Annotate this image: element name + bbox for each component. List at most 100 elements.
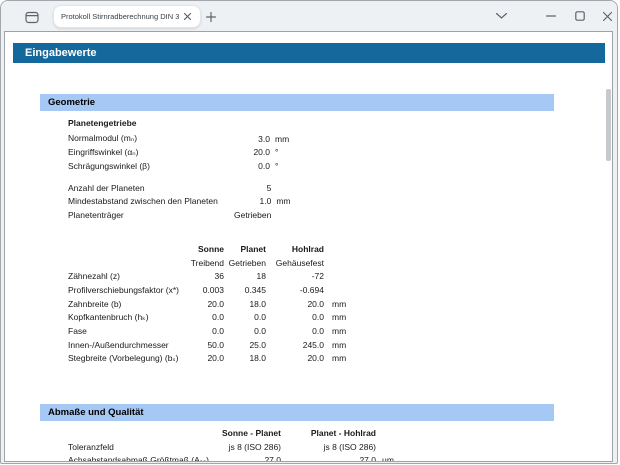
cell-unit: µm: [376, 453, 394, 462]
param-value: Getrieben: [234, 208, 271, 222]
table-row: Stegbreite (Vorbelegung) (bₛ) 20.0 18.0 …: [68, 352, 346, 366]
section-header-abmasse: Abmaße und Qualität: [40, 404, 554, 421]
cell-unit: [324, 269, 346, 283]
tab-strip: Protokoll Stirnradberechnung DIN 3: [1, 1, 617, 31]
cell-unit: [376, 440, 394, 454]
cell-hohlrad: 20.0: [266, 297, 324, 311]
column-subheader: Getrieben: [224, 256, 266, 270]
window-menu-button[interactable]: [490, 6, 512, 26]
row-label: Kopfkantenbruch (hₖ): [68, 310, 186, 324]
table-row: Mindestabstand zwischen den Planeten 1.0…: [68, 194, 291, 208]
cell-hohlrad: -72: [266, 269, 324, 283]
cell-planet-hohlrad: js 8 (ISO 286): [281, 440, 376, 454]
table-subheader-row: Treibend Getrieben Gehäusefest: [68, 256, 346, 270]
minimize-icon: [546, 15, 556, 17]
cell-hohlrad: 20.0: [266, 352, 324, 366]
browser-window: Protokoll Stirnradberechnung DIN 3: [0, 0, 618, 464]
document-viewport: Eingabewerte Geometrie Planetengetriebe …: [4, 31, 613, 462]
param-value: 1.0: [234, 194, 271, 208]
param-unit: mm: [270, 132, 289, 146]
minimize-button[interactable]: [536, 1, 565, 31]
table-row: Fase 0.0 0.0 0.0 mm: [68, 324, 346, 338]
cell-sonne: 50.0: [186, 338, 224, 352]
table-row: Profilverschiebungsfaktor (x*) 0.003 0.3…: [68, 283, 346, 297]
new-tab-button[interactable]: [202, 8, 220, 26]
param-label: Schrägungswinkel (β): [68, 159, 234, 173]
param-label: Mindestabstand zwischen den Planeten: [68, 194, 234, 208]
param-label: Eingriffswinkel (αₙ): [68, 145, 234, 159]
maximize-icon: [575, 11, 585, 21]
param-value: 0.0: [234, 159, 270, 173]
table-row: Innen-/Außendurchmesser 50.0 25.0 245.0 …: [68, 338, 346, 352]
page-title: Eingabewerte: [13, 43, 605, 63]
column-subheader: Gehäusefest: [266, 256, 324, 270]
param-label: Normalmodul (mₙ): [68, 132, 234, 146]
section-header-geometrie: Geometrie: [40, 94, 554, 111]
param-label: Planetenträger: [68, 208, 234, 222]
param-unit: [271, 181, 290, 195]
column-header: Sonne: [186, 242, 224, 256]
cell-planet: 25.0: [224, 338, 266, 352]
column-header: Planet - Hohlrad: [281, 426, 376, 440]
table-row: Normalmodul (mₙ) 3.0 mm: [68, 132, 289, 146]
planet-params-table: Anzahl der Planeten 5 Mindestabstand zwi…: [68, 181, 291, 222]
browser-tab[interactable]: Protokoll Stirnradberechnung DIN 3: [53, 5, 201, 28]
tab-close-icon[interactable]: [181, 11, 193, 23]
tab-title: Protokoll Stirnradberechnung DIN 3: [61, 12, 179, 21]
vertical-scrollbar-thumb[interactable]: [606, 89, 611, 161]
cell-unit: mm: [324, 297, 346, 311]
tab-actions-icon: [25, 11, 39, 24]
table-row: Schrägungswinkel (β) 0.0 °: [68, 159, 289, 173]
row-label: Zähnezahl (z): [68, 269, 186, 283]
row-label: Stegbreite (Vorbelegung) (bₛ): [68, 352, 186, 366]
cell-hohlrad: -0.694: [266, 283, 324, 297]
basic-params-table: Normalmodul (mₙ) 3.0 mm Eingriffswinkel …: [68, 132, 289, 173]
row-label: Achsabstandsabmaß Größtmaß (Aₐₑ): [68, 453, 218, 462]
cell-planet: 18.0: [224, 352, 266, 366]
tab-actions-button[interactable]: [22, 8, 42, 26]
cell-planet: 18: [224, 269, 266, 283]
param-label: Anzahl der Planeten: [68, 181, 234, 195]
table-header-row: Sonne - Planet Planet - Hohlrad: [68, 426, 394, 440]
maximize-button[interactable]: [565, 1, 594, 31]
row-label: Profilverschiebungsfaktor (x*): [68, 283, 186, 297]
row-label: Innen-/Außendurchmesser: [68, 338, 186, 352]
cell-unit: [324, 283, 346, 297]
param-value: 20.0: [234, 145, 270, 159]
cell-sonne: 0.0: [186, 310, 224, 324]
gear-data-table: Sonne Planet Hohlrad Treibend Getrieben …: [68, 242, 346, 365]
table-row: Zahnbreite (b) 20.0 18.0 20.0 mm: [68, 297, 346, 311]
table-row: Zähnezahl (z) 36 18 -72: [68, 269, 346, 283]
cell-unit: mm: [324, 324, 346, 338]
window-close-button[interactable]: [594, 1, 618, 31]
cell-sonne: 20.0: [186, 297, 224, 311]
row-label: Zahnbreite (b): [68, 297, 186, 311]
table-row: Eingriffswinkel (αₙ) 20.0 °: [68, 145, 289, 159]
cell-planet: 0.345: [224, 283, 266, 297]
cell-hohlrad: 0.0: [266, 324, 324, 338]
cell-hohlrad: 245.0: [266, 338, 324, 352]
column-subheader: Treibend: [186, 256, 224, 270]
table-row: Toleranzfeld js 8 (ISO 286) js 8 (ISO 28…: [68, 440, 394, 454]
param-unit: °: [270, 159, 289, 173]
table-row: Anzahl der Planeten 5: [68, 181, 291, 195]
cell-sonne: 20.0: [186, 352, 224, 366]
cell-unit: mm: [324, 352, 346, 366]
param-unit: °: [270, 145, 289, 159]
tolerance-table: Sonne - Planet Planet - Hohlrad Toleranz…: [68, 426, 394, 462]
cell-planet: 18.0: [224, 297, 266, 311]
cell-unit: mm: [324, 338, 346, 352]
param-value: 5: [234, 181, 271, 195]
close-icon: [603, 12, 612, 21]
cell-planet: 0.0: [224, 310, 266, 324]
cell-sonne: 0.003: [186, 283, 224, 297]
table-row: Planetenträger Getrieben: [68, 208, 291, 222]
chevron-down-icon: [496, 13, 507, 19]
cell-sonne-planet: 27.0: [218, 453, 281, 462]
cell-sonne: 36: [186, 269, 224, 283]
geometry-block: Planetengetriebe Normalmodul (mₙ) 3.0 mm…: [68, 117, 291, 222]
column-header: Sonne - Planet: [218, 426, 281, 440]
cell-unit: mm: [324, 310, 346, 324]
param-unit: mm: [271, 194, 290, 208]
subsection-title: Planetengetriebe: [68, 117, 291, 131]
